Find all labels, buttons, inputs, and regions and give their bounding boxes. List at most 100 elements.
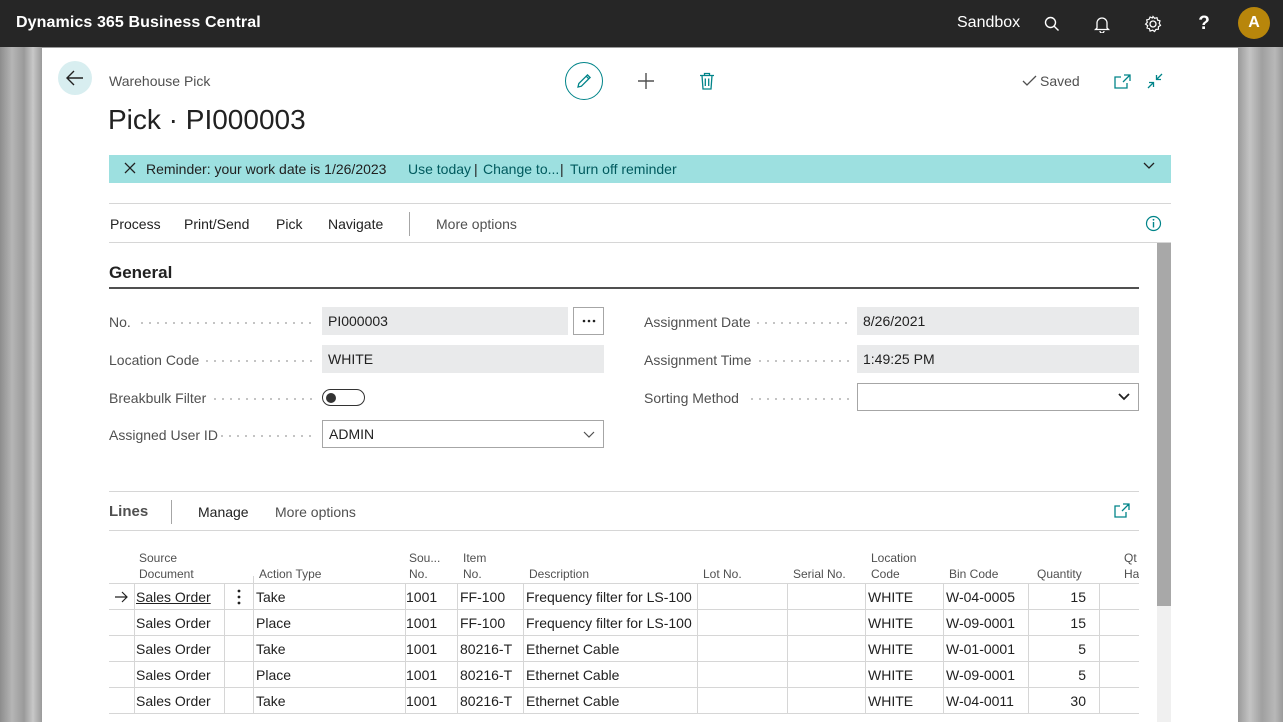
assignment-date-field[interactable]: 8/26/2021 (857, 307, 1139, 335)
check-icon (1022, 75, 1037, 86)
cell-source-document[interactable]: Sales Order (136, 584, 211, 610)
table-row[interactable]: Sales Order Take 1001 FF-100 Frequency filte… (109, 584, 1139, 610)
lines-section-title[interactable]: Lines (109, 503, 148, 520)
environment-label[interactable]: Sandbox (957, 14, 1020, 32)
cell-divider (1099, 584, 1100, 610)
cell-divider (134, 584, 135, 610)
no-lookup-button[interactable] (573, 307, 604, 335)
action-print-send[interactable]: Print/Send (184, 216, 249, 232)
assignment-time-label: Assignment Time (644, 352, 752, 368)
cell-bin-code: W-09-0001 (946, 667, 1016, 683)
action-process[interactable]: Process (110, 216, 161, 232)
cell-source-no: 1001 (406, 589, 438, 605)
breakbulk-filter-toggle[interactable] (322, 389, 365, 406)
cell-description: Frequency filter for LS-100 (526, 589, 692, 605)
back-button[interactable] (58, 61, 92, 95)
cell-divider (253, 688, 254, 714)
lines-more-options[interactable]: More options (275, 504, 356, 520)
cell-divider (224, 688, 225, 714)
cell-location-code: WHITE (868, 693, 914, 709)
assigned-user-id-select[interactable]: ADMIN (322, 420, 604, 448)
search-icon[interactable] (1040, 12, 1064, 36)
open-new-window-icon[interactable] (1110, 69, 1134, 93)
cell-source-document[interactable]: Sales Order (136, 636, 211, 662)
no-label: No. (109, 314, 131, 330)
row-menu-icon[interactable] (237, 589, 241, 605)
app-title[interactable]: Dynamics 365 Business Central (16, 14, 261, 32)
saved-status: Saved (1022, 73, 1080, 89)
turn-off-reminder-link[interactable]: Turn off reminder (570, 161, 677, 177)
change-to-link[interactable]: Change to... (483, 161, 559, 177)
table-row[interactable]: Sales Order Place 1001 FF-100 Frequency filt… (109, 610, 1139, 636)
expand-icon[interactable] (1114, 503, 1130, 518)
avatar[interactable]: A (1238, 7, 1270, 39)
cell-source-document[interactable]: Sales Order (136, 662, 211, 688)
cell-description: Ethernet Cable (526, 693, 620, 709)
cell-divider (697, 636, 698, 662)
chevron-down-icon[interactable] (1143, 162, 1155, 170)
help-icon[interactable]: ? (1192, 12, 1216, 36)
cell-divider (224, 584, 225, 610)
action-pick[interactable]: Pick (276, 216, 302, 232)
table-row[interactable]: Sales Order Place 1001 80216-T Ethernet Cabl… (109, 662, 1139, 688)
gear-icon[interactable] (1141, 12, 1165, 36)
cell-divider (865, 688, 866, 714)
cell-source-document[interactable]: Sales Order (136, 688, 211, 714)
cell-divider (224, 636, 225, 662)
bell-icon[interactable] (1090, 12, 1114, 36)
cell-divider (787, 610, 788, 636)
cell-bin-code: W-04-0005 (946, 589, 1016, 605)
location-code-label: Location Code (109, 352, 200, 368)
lines-manage[interactable]: Manage (198, 504, 249, 520)
table-row[interactable]: Sales Order Take 1001 80216-T Ethernet Cable… (109, 636, 1139, 662)
info-icon[interactable] (1145, 215, 1162, 232)
leader-dots (203, 360, 314, 362)
cell-item-no: FF-100 (460, 589, 506, 605)
action-more-options[interactable]: More options (436, 216, 517, 232)
general-section-title[interactable]: General (109, 263, 172, 283)
scrollbar-thumb[interactable] (1157, 243, 1171, 606)
cell-quantity: 15 (1070, 615, 1086, 631)
edit-button[interactable] (565, 62, 603, 100)
collapse-icon[interactable] (1143, 69, 1167, 93)
location-code-field[interactable]: WHITE (322, 345, 604, 373)
cell-source-document[interactable]: Sales Order (136, 610, 211, 636)
cell-divider (523, 688, 524, 714)
cell-divider (1028, 688, 1029, 714)
action-bar: Process Print/Send Pick Navigate More op… (109, 203, 1171, 243)
cell-divider (134, 636, 135, 662)
sorting-method-label: Sorting Method (644, 390, 739, 406)
cell-divider (224, 662, 225, 688)
row-arrow-icon (115, 591, 128, 603)
close-icon[interactable] (123, 161, 137, 175)
cell-divider (865, 584, 866, 610)
cell-divider (943, 688, 944, 714)
ellipsis-icon (582, 319, 595, 323)
cell-location-code: WHITE (868, 641, 914, 657)
cell-divider (253, 610, 254, 636)
cell-description: Frequency filter for LS-100 (526, 615, 692, 631)
cell-divider (1028, 584, 1029, 610)
cell-divider (787, 636, 788, 662)
cell-divider (457, 662, 458, 688)
cell-divider (1028, 610, 1029, 636)
assignment-time-field[interactable]: 1:49:25 PM (857, 345, 1139, 373)
table-row[interactable]: Sales Order Take 1001 80216-T Ethernet Cable… (109, 688, 1139, 714)
assignment-date-label: Assignment Date (644, 314, 751, 330)
work-date-reminder: Reminder: your work date is 1/26/2023 Us… (109, 155, 1171, 183)
action-separator (409, 212, 410, 236)
action-navigate[interactable]: Navigate (328, 216, 383, 232)
new-button[interactable] (634, 69, 658, 93)
cell-divider (523, 662, 524, 688)
cell-item-no: 80216-T (460, 667, 513, 683)
cell-quantity: 15 (1070, 589, 1086, 605)
cell-divider (943, 662, 944, 688)
plus-icon (638, 73, 654, 89)
use-today-link[interactable]: Use today (408, 161, 471, 177)
cell-divider (697, 662, 698, 688)
cell-divider (865, 610, 866, 636)
delete-button[interactable] (695, 69, 719, 93)
sorting-method-select[interactable] (857, 383, 1139, 411)
no-field[interactable]: PI000003 (322, 307, 568, 335)
cell-action-type: Take (256, 693, 286, 709)
